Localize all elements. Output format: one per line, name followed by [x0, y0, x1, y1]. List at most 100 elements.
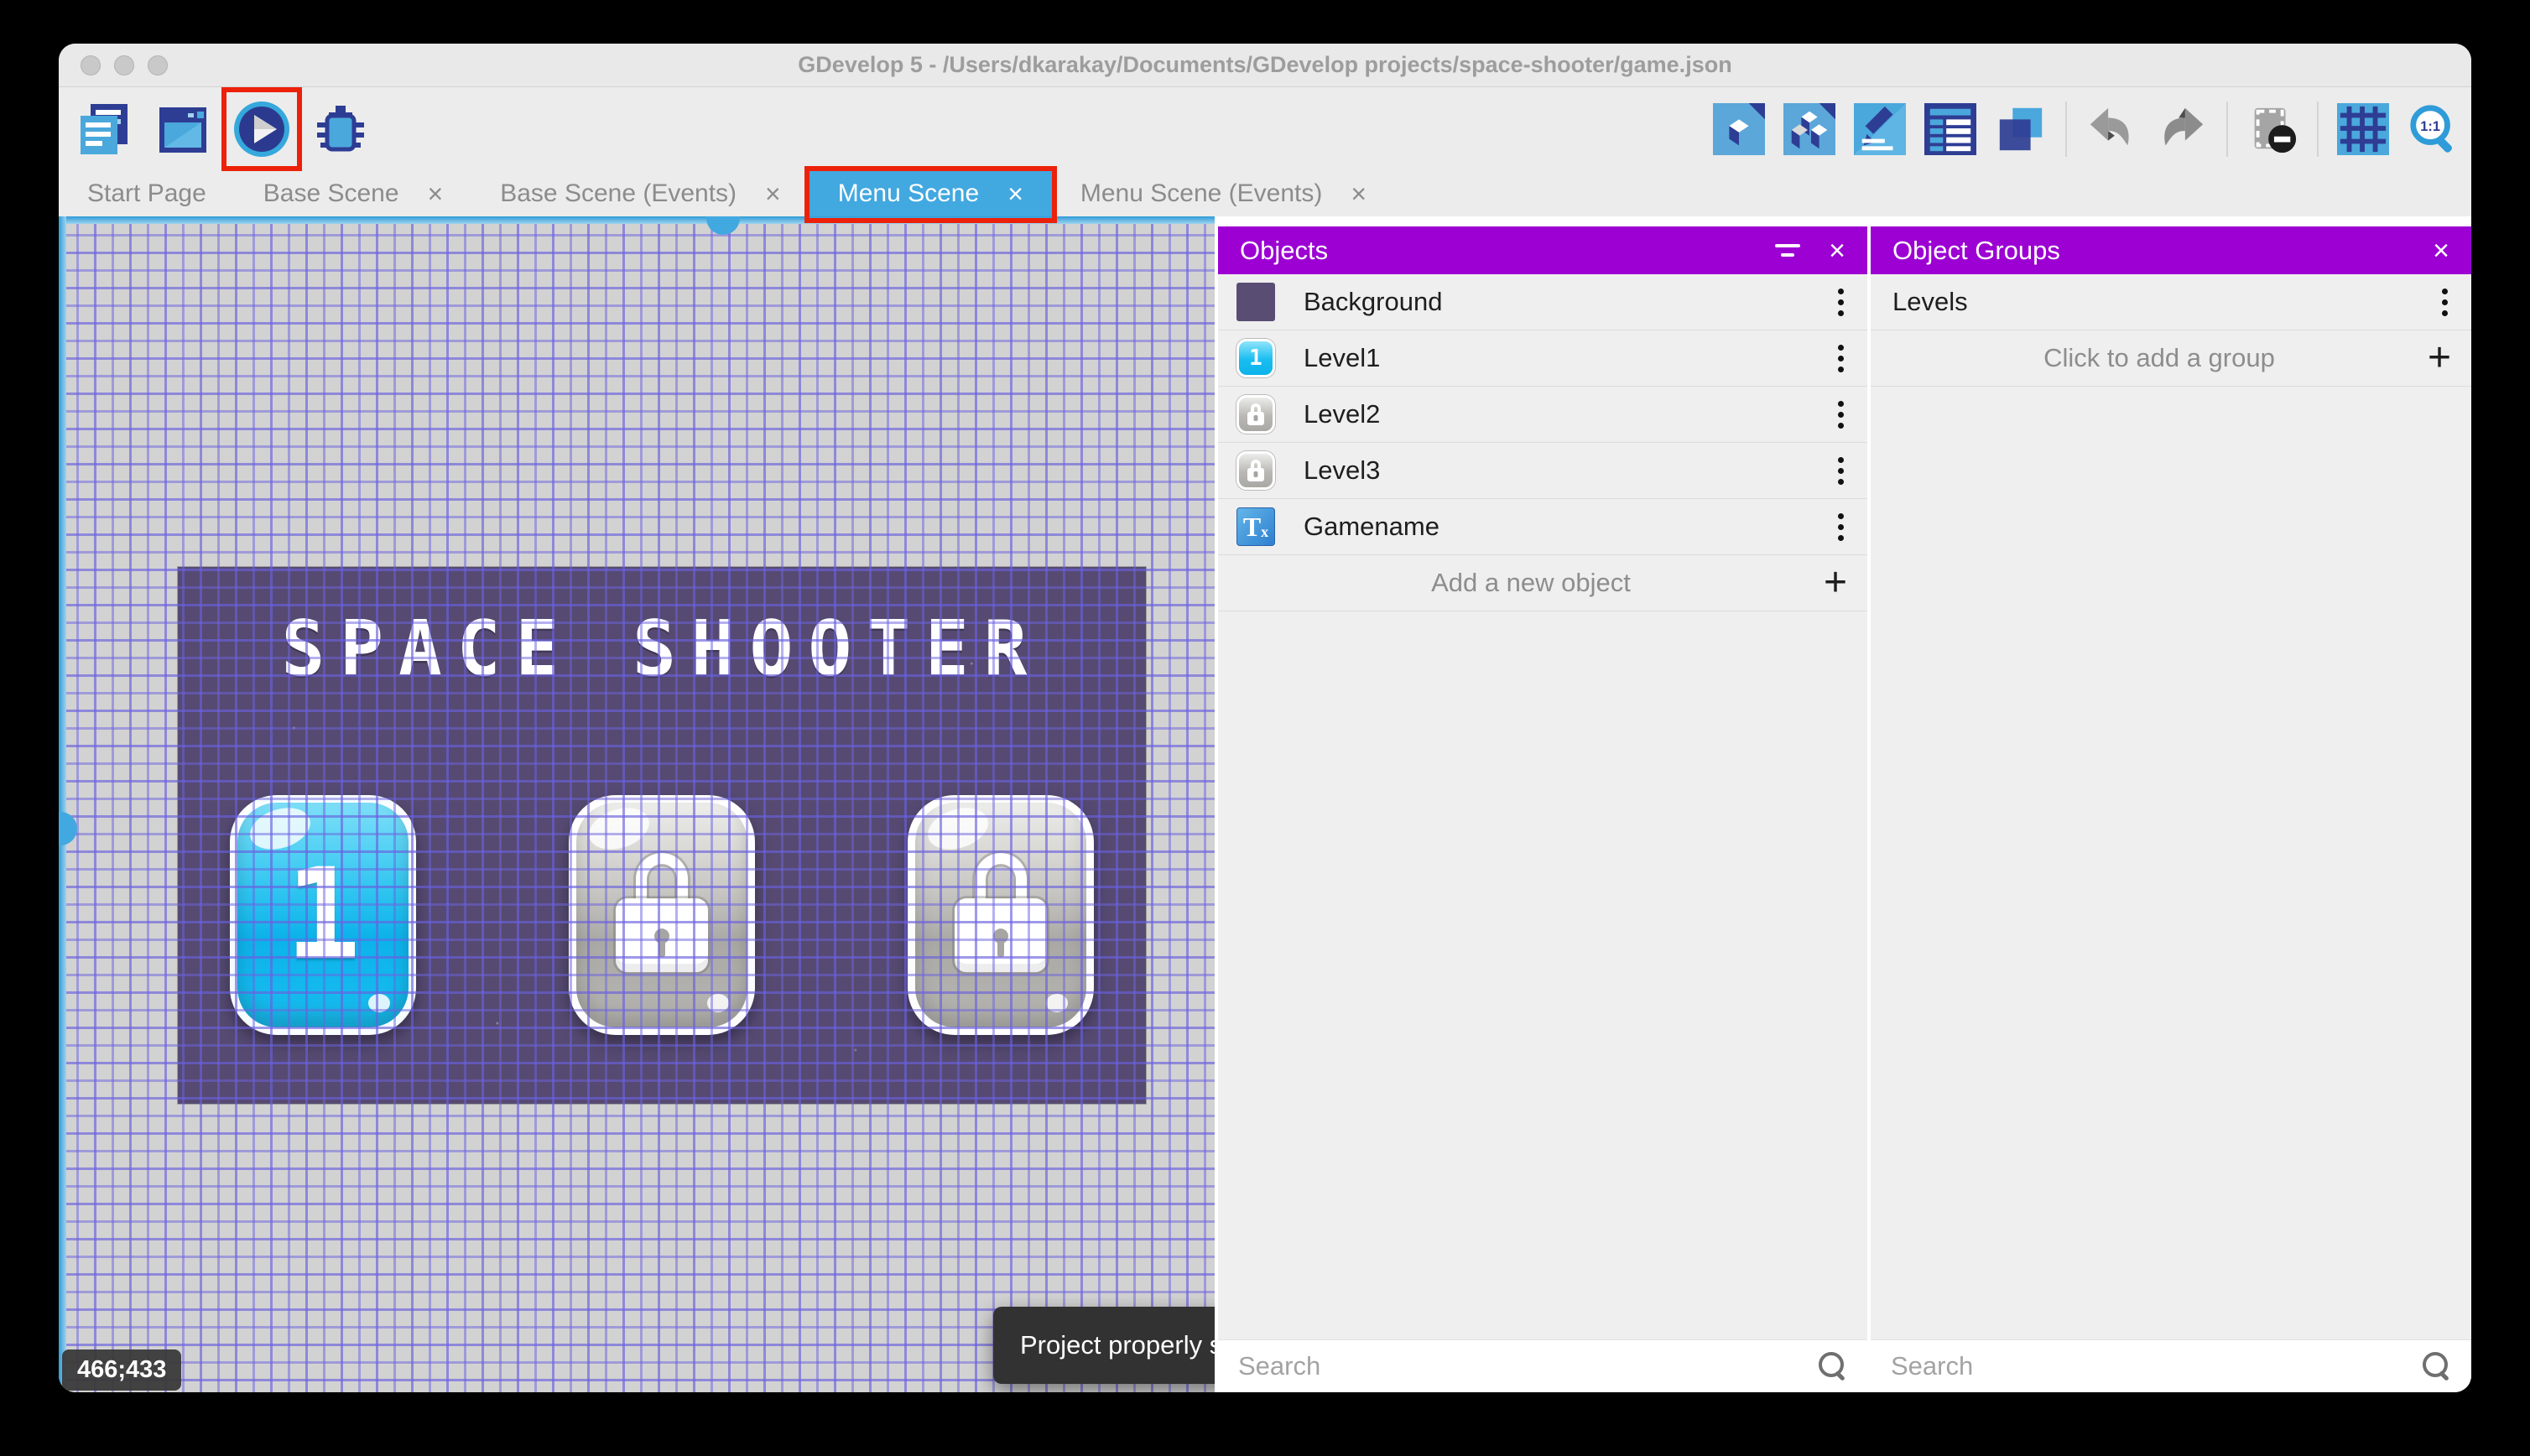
level-buttons-row: 1: [230, 795, 1094, 1035]
content-area: SPACE SHOOTER 1 466;433 Project properly…: [59, 216, 2471, 1392]
object-thumbnail-gamename: Tx: [1236, 507, 1275, 546]
objects-panel-header: Objects ×: [1218, 226, 1867, 274]
group-menu-icon[interactable]: [2437, 283, 2453, 321]
add-object-label: Add a new object: [1431, 568, 1631, 597]
add-group-plus-icon[interactable]: +: [2428, 338, 2451, 378]
cursor-coordinates-badge: 466;433: [62, 1349, 182, 1391]
instances-list-icon[interactable]: [1924, 103, 1976, 155]
object-menu-icon[interactable]: [1833, 452, 1849, 490]
toolbar-separator: [2317, 101, 2319, 157]
object-thumbnail-background: [1236, 283, 1275, 321]
object-groups-panel-header: Object Groups ×: [1871, 226, 2471, 274]
close-tab-icon[interactable]: ×: [428, 180, 444, 207]
objects-panel-title: Objects: [1240, 235, 1329, 265]
tab-base-scene[interactable]: Base Scene ×: [235, 171, 471, 216]
game-title-text[interactable]: SPACE SHOOTER: [178, 605, 1146, 694]
toolbar-right-group: 1:1: [1713, 101, 2460, 157]
lock-icon: [955, 853, 1047, 973]
game-scene-background[interactable]: SPACE SHOOTER 1: [178, 567, 1146, 1104]
undo-icon[interactable]: [2085, 103, 2137, 155]
level1-button-object[interactable]: 1: [230, 795, 416, 1035]
add-object-row[interactable]: Add a new object +: [1218, 555, 1867, 611]
horizontal-scroll-handle[interactable]: [706, 216, 740, 235]
object-row-level2[interactable]: Level2: [1218, 387, 1867, 443]
titlebar: GDevelop 5 - /Users/dkarakay/Documents/G…: [59, 44, 2471, 87]
object-row-background[interactable]: Background: [1218, 274, 1867, 330]
object-name: Level2: [1304, 399, 1381, 429]
search-icon[interactable]: [1819, 1352, 1847, 1381]
object-menu-icon[interactable]: [1833, 508, 1849, 546]
object-groups-search-bar: [1871, 1339, 2471, 1392]
close-tab-icon[interactable]: ×: [1351, 180, 1367, 207]
edit-object-groups-icon[interactable]: [1783, 103, 1835, 155]
debug-icon[interactable]: [310, 99, 371, 159]
search-icon[interactable]: [2423, 1352, 2451, 1381]
canvas-horizontal-scrollbar[interactable]: [59, 216, 1215, 235]
redo-icon[interactable]: [2156, 103, 2208, 155]
toolbar-separator: [2065, 101, 2067, 157]
play-preview-button[interactable]: [221, 87, 302, 171]
object-thumbnail-level1: 1: [1236, 339, 1275, 377]
tab-label: Base Scene: [263, 179, 399, 207]
object-name: Level1: [1304, 343, 1381, 372]
object-groups-panel-title: Object Groups: [1892, 235, 2060, 265]
object-name: Level3: [1304, 455, 1381, 485]
filter-icon[interactable]: [1775, 244, 1801, 257]
objects-panel: Objects × Background 1 Level1 Level2 Lev…: [1218, 216, 1867, 1392]
zoom-one-to-one-icon[interactable]: 1:1: [2408, 103, 2460, 155]
close-tab-icon[interactable]: ×: [1007, 180, 1023, 207]
tab-menu-scene[interactable]: Menu Scene ×: [804, 166, 1057, 223]
object-row-level1[interactable]: 1 Level1: [1218, 330, 1867, 387]
edit-object-icon[interactable]: [1713, 103, 1765, 155]
object-row-level3[interactable]: Level3: [1218, 443, 1867, 499]
object-name: Gamename: [1304, 512, 1439, 541]
group-name: Levels: [1892, 287, 1968, 316]
object-thumbnail-level2: [1236, 395, 1275, 434]
toggle-mask-icon[interactable]: [2246, 103, 2298, 155]
project-manager-icon[interactable]: [74, 99, 134, 159]
preview-window-icon[interactable]: [153, 99, 213, 159]
tab-menu-scene-events[interactable]: Menu Scene (Events) ×: [1052, 171, 1395, 216]
object-groups-panel: Object Groups × Levels Click to add a gr…: [1871, 216, 2471, 1392]
tab-label: Base Scene (Events): [500, 179, 737, 207]
tab-start-page[interactable]: Start Page: [59, 171, 235, 216]
close-panel-icon[interactable]: ×: [2433, 237, 2449, 265]
zoom-ratio-label: 1:1: [2420, 119, 2440, 134]
group-row-levels[interactable]: Levels: [1871, 274, 2471, 330]
level1-digit: 1: [284, 842, 362, 988]
window-title: GDevelop 5 - /Users/dkarakay/Documents/G…: [798, 52, 1732, 77]
object-name: Background: [1304, 287, 1443, 316]
canvas-vertical-scrollbar[interactable]: [59, 216, 77, 1392]
save-toast: Project properly saved: [993, 1307, 1215, 1384]
object-menu-icon[interactable]: [1833, 283, 1849, 321]
layers-icon[interactable]: [1995, 103, 2047, 155]
add-group-row[interactable]: Click to add a group +: [1871, 330, 2471, 387]
object-menu-icon[interactable]: [1833, 340, 1849, 377]
object-groups-search-input[interactable]: [1891, 1351, 2423, 1381]
scene-editor-canvas[interactable]: SPACE SHOOTER 1 466;433 Project properly: [59, 216, 1215, 1392]
tab-bar: Start Page Base Scene × Base Scene (Even…: [59, 166, 2471, 223]
toolbar-left-group: [74, 87, 371, 171]
add-object-plus-icon[interactable]: +: [1824, 563, 1847, 603]
object-row-gamename[interactable]: Tx Gamename: [1218, 499, 1867, 555]
lock-icon: [616, 853, 708, 973]
toolbar: 1:1: [59, 87, 2471, 171]
close-panel-icon[interactable]: ×: [1829, 237, 1845, 265]
edit-properties-icon[interactable]: [1854, 103, 1906, 155]
vertical-scroll-handle[interactable]: [59, 812, 77, 845]
objects-list: Background 1 Level1 Level2 Level3 T x Ga…: [1218, 274, 1867, 1339]
objects-search-bar: [1218, 1339, 1867, 1392]
level2-locked-button-object[interactable]: [569, 795, 755, 1035]
app-window: GDevelop 5 - /Users/dkarakay/Documents/G…: [59, 44, 2471, 1392]
object-menu-icon[interactable]: [1833, 396, 1849, 434]
tab-label: Menu Scene (Events): [1080, 179, 1323, 207]
tab-label: Start Page: [87, 179, 206, 207]
close-tab-icon[interactable]: ×: [765, 180, 781, 207]
toggle-grid-icon[interactable]: [2337, 103, 2389, 155]
toolbar-separator: [2226, 101, 2228, 157]
add-group-label: Click to add a group: [2043, 343, 2275, 372]
level3-locked-button-object[interactable]: [908, 795, 1094, 1035]
object-thumbnail-level3: [1236, 451, 1275, 490]
objects-search-input[interactable]: [1238, 1351, 1819, 1381]
tab-base-scene-events[interactable]: Base Scene (Events) ×: [471, 171, 809, 216]
